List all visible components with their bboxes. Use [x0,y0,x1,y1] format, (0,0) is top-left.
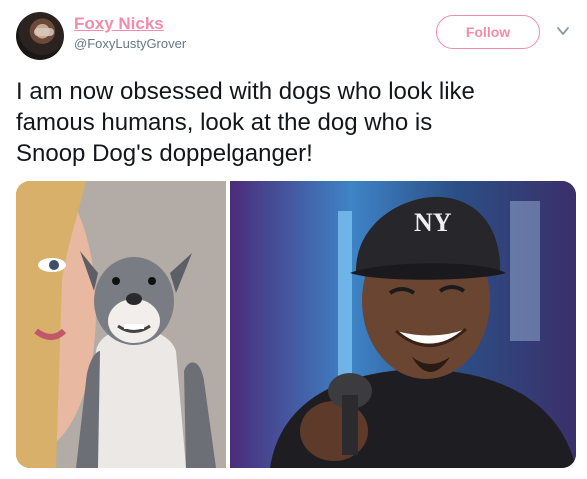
user-handle[interactable]: @FoxyLustyGrover [74,34,186,54]
tweet-text: I am now obsessed with dogs who look lik… [16,78,475,167]
avatar-glasses-detail [34,28,54,36]
tweet-header: Foxy Nicks @FoxyLustyGrover Follow [16,12,571,62]
chevron-down-icon[interactable] [556,24,570,38]
tweet-card: Foxy Nicks @FoxyLustyGrover Follow I am … [0,0,587,479]
snoop-dogg-photo-illustration: NY [230,181,576,468]
display-name[interactable]: Foxy Nicks [74,14,186,34]
follow-button[interactable]: Follow [436,15,540,49]
dog-photo-illustration [16,181,226,468]
tweet-media: NY [16,181,576,468]
user-names: Foxy Nicks @FoxyLustyGrover [74,14,186,54]
cap-logo: NY [414,208,452,237]
avatar[interactable] [16,12,64,60]
dog-photo[interactable] [16,181,226,468]
snoop-dogg-photo[interactable]: NY [230,181,576,468]
